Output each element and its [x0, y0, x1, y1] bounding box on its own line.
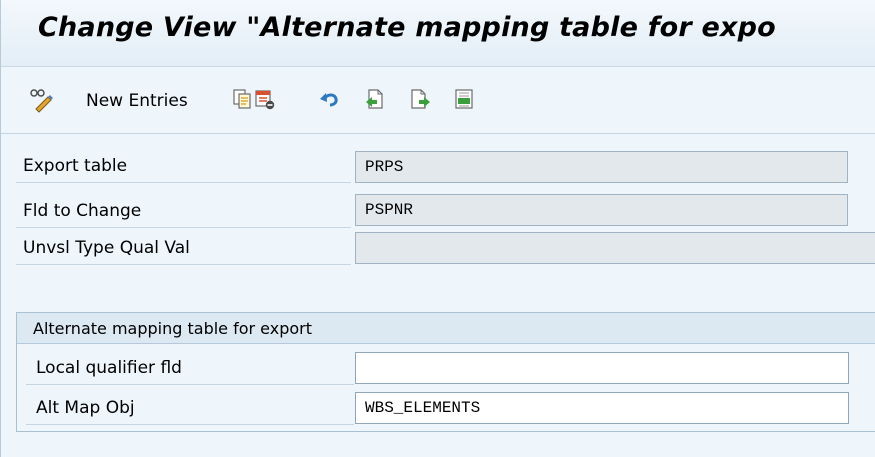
previous-entry-icon[interactable] [364, 88, 386, 110]
title-bar: Change View "Alternate mapping table for… [1, 0, 875, 67]
alt-map-obj-input[interactable]: WBS_ELEMENTS [355, 392, 849, 424]
undo-icon[interactable] [319, 88, 341, 110]
fld-to-change-label: Fld to Change [16, 195, 351, 228]
local-qualifier-fld-label: Local qualifier fld [26, 352, 354, 385]
alternate-mapping-group: Alternate mapping table for export Local… [16, 312, 875, 432]
copy-icon[interactable] [231, 88, 253, 110]
glasses-pencil-icon[interactable] [28, 87, 54, 113]
new-entries-button[interactable]: New Entries [86, 91, 188, 111]
select-block-icon[interactable] [453, 88, 475, 110]
unvsl-type-qual-val-label: Unvsl Type Qual Val [16, 232, 351, 265]
export-table-label: Export table [16, 150, 351, 183]
alt-map-obj-label: Alt Map Obj [26, 392, 354, 425]
group-title: Alternate mapping table for export [17, 313, 875, 344]
delete-icon[interactable] [254, 88, 276, 110]
page-title: Change View "Alternate mapping table for… [38, 12, 776, 43]
next-entry-icon[interactable] [409, 88, 431, 110]
local-qualifier-fld-input[interactable] [355, 352, 849, 384]
export-table-field[interactable]: PRPS [355, 151, 848, 183]
unvsl-type-qual-val-field[interactable] [355, 232, 875, 264]
fld-to-change-field[interactable]: PSPNR [355, 194, 848, 226]
main-window: Change View "Alternate mapping table for… [0, 0, 875, 457]
